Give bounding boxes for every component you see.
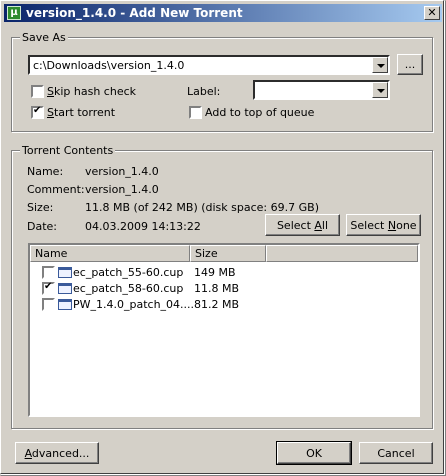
skip-hash-check-checkbox[interactable] — [31, 85, 44, 98]
title-bar[interactable]: μ version_1.4.0 - Add New Torrent ✕ — [4, 4, 442, 22]
name-value: version_1.4.0 — [85, 165, 159, 178]
save-path-value: c:\Downloads\version_1.4.0 — [33, 59, 185, 72]
file-name: ec_patch_58-60.cup — [73, 282, 184, 295]
cancel-button[interactable]: Cancel — [359, 442, 433, 464]
size-caption: Size: — [27, 201, 54, 214]
start-torrent-checkbox[interactable] — [31, 105, 44, 119]
label-combobox[interactable] — [253, 80, 390, 100]
start-torrent-label[interactable]: Start torrent — [47, 106, 115, 119]
add-torrent-dialog: μ version_1.4.0 - Add New Torrent ✕ Save… — [0, 0, 444, 474]
file-size: 81.2 MB — [194, 298, 240, 311]
column-header-size[interactable]: Size — [190, 245, 266, 262]
select-none-button[interactable]: Select None — [346, 214, 421, 236]
cup-file-icon — [58, 283, 72, 294]
date-value: 04.03.2009 14:13:22 — [85, 220, 201, 233]
save-as-group-label: Save As — [20, 31, 68, 44]
chevron-down-icon[interactable] — [372, 57, 388, 73]
advanced-button[interactable]: Advanced... — [15, 442, 99, 464]
file-size: 149 MB — [194, 266, 236, 279]
file-checkbox[interactable] — [42, 266, 55, 279]
comment-value: version_1.4.0 — [85, 183, 159, 196]
name-caption: Name: — [27, 165, 64, 178]
size-value: 11.8 MB (of 242 MB) (disk space: 69.7 GB… — [85, 201, 319, 214]
file-name: PW_1.4.0_patch_04.... — [73, 298, 195, 311]
utorrent-icon: μ — [7, 6, 21, 20]
add-to-top-checkbox[interactable] — [189, 106, 202, 119]
cup-file-icon — [58, 267, 72, 278]
file-list[interactable]: Name Size ec_patch_55-60.cup149 MBec_pat… — [28, 243, 420, 417]
select-all-button[interactable]: Select All — [265, 214, 340, 236]
file-checkbox[interactable] — [42, 298, 55, 311]
window-title: version_1.4.0 - Add New Torrent — [26, 6, 243, 20]
date-caption: Date: — [27, 220, 57, 233]
comment-caption: Comment: — [27, 183, 85, 196]
add-to-top-label[interactable]: Add to top of queue — [205, 106, 314, 119]
file-size: 11.8 MB — [194, 282, 240, 295]
file-row[interactable]: PW_1.4.0_patch_04.... 81.2 MB — [30, 297, 418, 313]
save-path-combobox[interactable]: c:\Downloads\version_1.4.0 — [28, 55, 390, 75]
browse-button[interactable]: ... — [397, 54, 423, 75]
torrent-contents-group-label: Torrent Contents — [20, 144, 116, 157]
window-file-icon — [58, 299, 72, 310]
file-name: ec_patch_55-60.cup — [73, 266, 184, 279]
column-header-name[interactable]: Name — [30, 245, 190, 262]
ok-button[interactable]: OK — [276, 441, 352, 465]
column-header-filler — [266, 245, 418, 262]
file-checkbox[interactable] — [42, 281, 55, 295]
chevron-down-icon[interactable] — [372, 82, 388, 98]
file-row[interactable]: ec_patch_55-60.cup 149 MB — [30, 265, 418, 281]
close-button[interactable]: ✕ — [424, 6, 440, 20]
label-caption: Label: — [187, 85, 221, 98]
skip-hash-check-label[interactable]: Skip hash check — [47, 85, 136, 98]
file-row[interactable]: ec_patch_58-60.cup 11.8 MB — [30, 281, 418, 297]
